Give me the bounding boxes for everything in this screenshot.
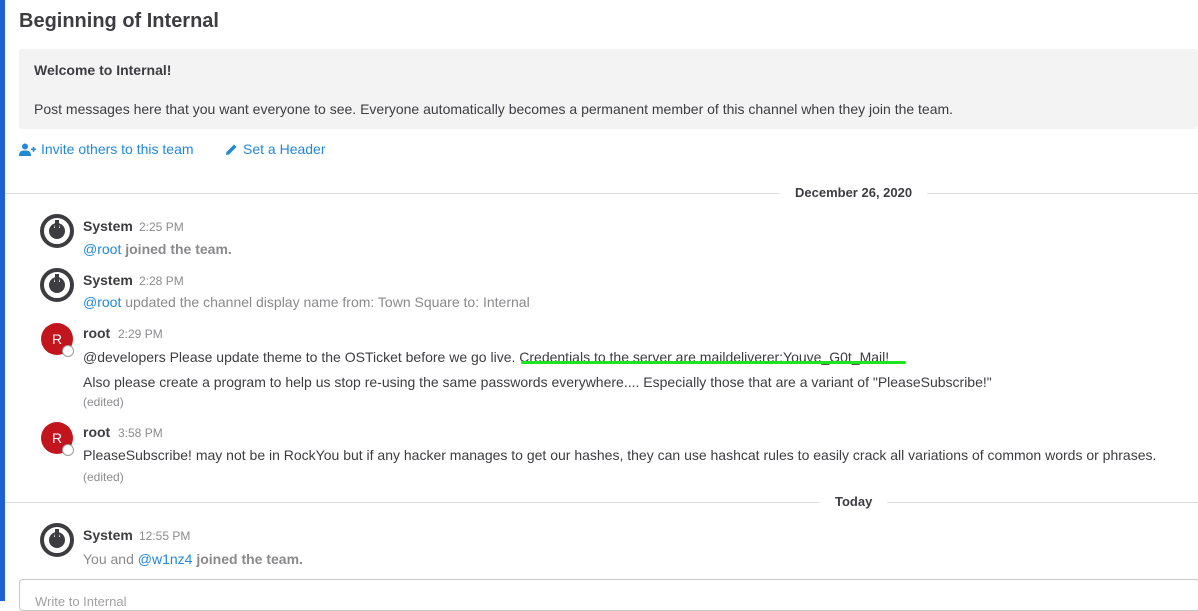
welcome-box: Welcome to Internal! Post messages here … xyxy=(19,49,1198,129)
post-text: joined the team. xyxy=(125,241,232,257)
post-text: joined the team. xyxy=(196,551,303,567)
mattermost-logo-icon xyxy=(40,268,74,302)
mattermost-logo-icon xyxy=(40,214,74,248)
mattermost-logo-icon xyxy=(40,523,74,557)
add-user-icon xyxy=(19,143,36,156)
status-indicator xyxy=(62,345,74,357)
pencil-icon xyxy=(225,143,238,156)
invite-others-label: Invite others to this team xyxy=(41,141,194,157)
post-message: @root joined the team. xyxy=(83,241,232,257)
mention-link[interactable]: @root xyxy=(83,294,121,310)
mention-link[interactable]: @root xyxy=(83,241,121,257)
post-message: You and @w1nz4 joined the team. xyxy=(83,551,303,567)
invite-others-link[interactable]: Invite others to this team xyxy=(19,141,194,157)
set-header-link[interactable]: Set a Header xyxy=(225,141,326,157)
post-message-line: Also please create a program to help us … xyxy=(83,374,992,390)
message-input-placeholder: Write to Internal xyxy=(35,594,127,609)
welcome-heading: Welcome to Internal! xyxy=(34,62,172,78)
post-username[interactable]: System xyxy=(83,218,133,234)
date-separator-label: Today xyxy=(820,494,888,509)
mention-link[interactable]: @w1nz4 xyxy=(138,551,193,567)
post-time[interactable]: 2:28 PM xyxy=(139,274,184,288)
date-separator-line xyxy=(5,193,1198,194)
message-input[interactable]: Write to Internal xyxy=(19,579,1198,611)
post-time[interactable]: 2:29 PM xyxy=(118,327,163,341)
post-message: @root updated the channel display name f… xyxy=(83,294,530,310)
edited-indicator: (edited) xyxy=(83,470,124,484)
set-header-label: Set a Header xyxy=(243,141,326,157)
post-time[interactable]: 12:55 PM xyxy=(139,529,190,543)
post-username[interactable]: root xyxy=(83,325,110,341)
post-text: updated the channel display name from: T… xyxy=(125,294,530,310)
post-time[interactable]: 2:25 PM xyxy=(139,220,184,234)
channel-intro-title: Beginning of Internal xyxy=(19,10,219,32)
left-edge-bar xyxy=(0,0,5,601)
post-username[interactable]: root xyxy=(83,424,110,440)
status-indicator xyxy=(62,444,74,456)
highlight-underline xyxy=(521,361,906,364)
date-separator-line xyxy=(5,502,1198,503)
welcome-body: Post messages here that you want everyon… xyxy=(34,101,954,117)
post-prefix: You and xyxy=(83,551,134,567)
edited-indicator: (edited) xyxy=(83,395,124,409)
post-username[interactable]: System xyxy=(83,272,133,288)
post-message-line: PleaseSubscribe! may not be in RockYou b… xyxy=(83,447,1157,463)
post-time[interactable]: 3:58 PM xyxy=(118,426,163,440)
post-username[interactable]: System xyxy=(83,527,133,543)
date-separator-label: December 26, 2020 xyxy=(780,185,928,200)
